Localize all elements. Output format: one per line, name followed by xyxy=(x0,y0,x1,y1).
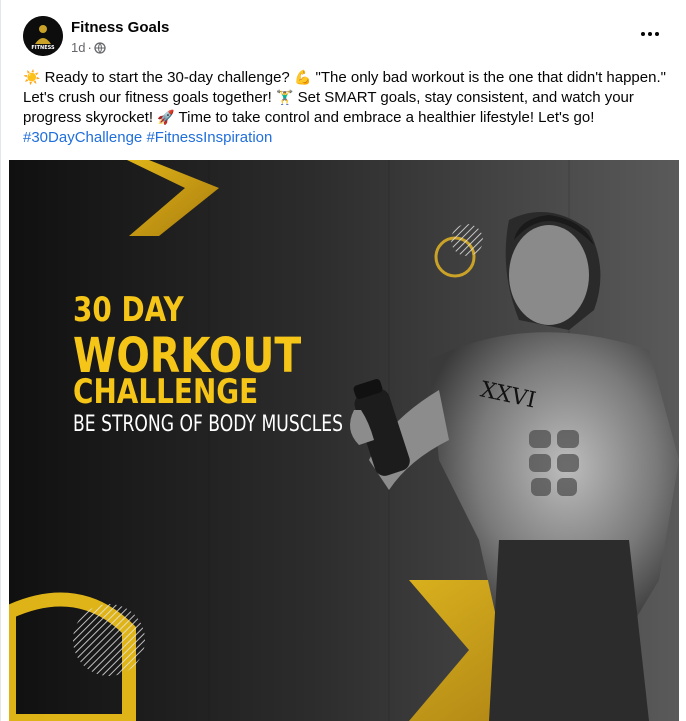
page-avatar[interactable]: FITNESS xyxy=(23,16,63,56)
dot-icon xyxy=(648,32,652,36)
headline-line1: 30 DAY xyxy=(73,290,184,330)
hatched-circle-bottom xyxy=(73,604,145,676)
headline-subtitle: BE STRONG OF BODY MUSCLES xyxy=(73,412,344,437)
headline-line3: CHALLENGE xyxy=(73,372,259,412)
hashtag-link[interactable]: #30DayChallenge xyxy=(23,129,142,146)
post-text: ☀️ Ready to start the 30-day challenge? … xyxy=(23,68,673,148)
post-text-line: Let's crush our fitness goals together! … xyxy=(23,89,634,106)
globe-icon xyxy=(94,41,106,54)
flexed-biceps-emoji: 💪 xyxy=(293,70,312,86)
post-card: FITNESS Fitness Goals 1d · ☀️ Ready to s… xyxy=(0,0,686,721)
post-text-line: progress skyrocket! 🚀 Time to take contr… xyxy=(23,109,595,126)
page-name[interactable]: Fitness Goals xyxy=(71,19,169,36)
dot-icon xyxy=(655,32,659,36)
weightlifter-emoji: 🏋️‍♂️ xyxy=(276,90,294,106)
image-background: XXVI xyxy=(9,160,679,721)
more-options-button[interactable] xyxy=(636,22,664,46)
post-time[interactable]: 1d xyxy=(71,40,85,55)
sun-emoji: ☀️ xyxy=(23,70,41,86)
hashtags: #30DayChallenge #FitnessInspiration xyxy=(23,128,673,148)
post-text-line: ☀️ Ready to start the 30-day challenge? … xyxy=(23,69,666,86)
dot-icon xyxy=(641,32,645,36)
post-image[interactable]: XXVI 30 DAY WORKOUT CHALLENGE BE STRONG … xyxy=(9,160,679,721)
svg-text:FITNESS: FITNESS xyxy=(31,45,55,51)
post-meta: 1d · xyxy=(71,40,106,55)
hatched-circle xyxy=(451,224,483,256)
avatar-logo-icon: FITNESS xyxy=(23,16,63,56)
post-header: FITNESS Fitness Goals 1d · xyxy=(23,16,670,60)
rocket-emoji: 🚀 xyxy=(157,110,175,126)
hashtag-link[interactable]: #FitnessInspiration xyxy=(146,129,272,146)
